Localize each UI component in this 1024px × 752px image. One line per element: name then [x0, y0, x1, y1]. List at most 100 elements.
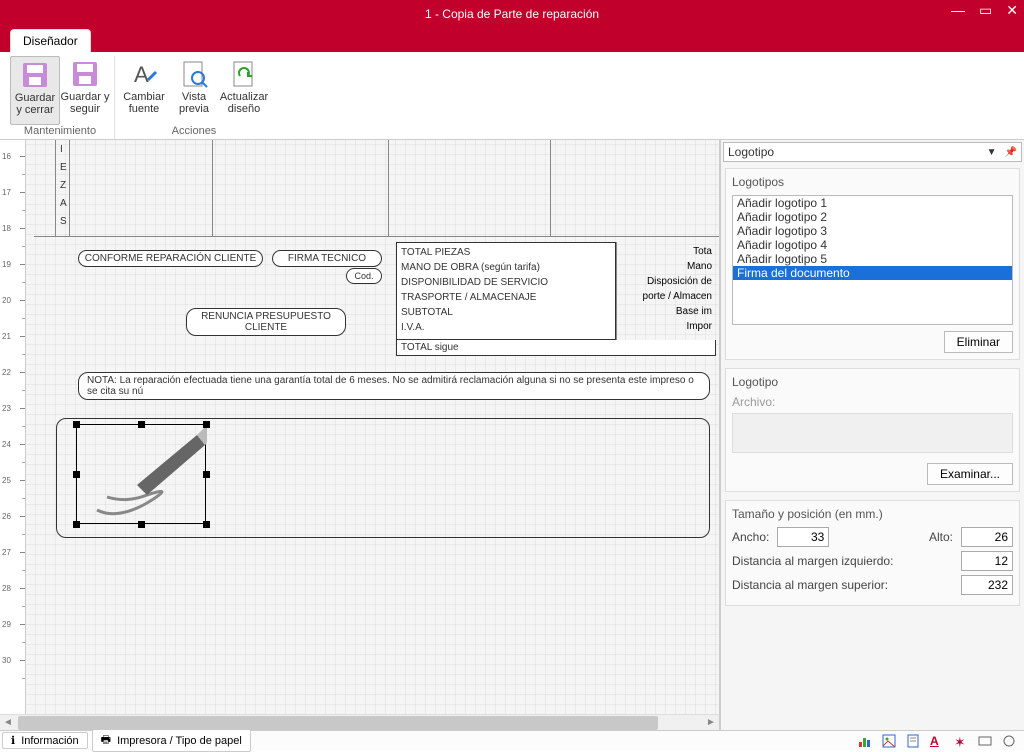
tab-designer[interactable]: Diseñador [10, 29, 91, 52]
close-button[interactable]: ✕ [1006, 2, 1018, 19]
alto-input[interactable] [961, 527, 1013, 547]
image-tool-icon[interactable] [882, 734, 896, 748]
refresh-design-button[interactable]: Actualizar diseño [219, 56, 269, 125]
signature-graphic [77, 425, 207, 525]
vertical-ruler: 161718192021222324252627282930 [0, 140, 26, 714]
printer-icon: 🖶 [101, 731, 111, 750]
scrollbar-thumb[interactable] [18, 716, 658, 730]
right-col-line: Impor [622, 319, 712, 334]
cod-box[interactable]: Cod. [346, 268, 382, 284]
total-line: TRASPORTE / ALMACENAJE [401, 290, 611, 305]
size-position-section: Tamaño y posición (en mm.) Ancho: Alto: … [725, 500, 1020, 606]
change-font-button[interactable]: A Cambiar fuente [119, 56, 169, 125]
total-line: TOTAL PIEZAS [401, 245, 611, 260]
window-title: 1 - Copia de Parte de reparación [0, 7, 1024, 21]
panel-dropdown-icon[interactable]: ▼ [987, 147, 997, 158]
scroll-right-arrow[interactable]: ► [703, 717, 719, 728]
logos-section: Logotipos Añadir logotipo 1Añadir logoti… [725, 168, 1020, 360]
status-bar: ℹ Información 🖶 Impresora / Tipo de pape… [0, 730, 1024, 750]
save-close-button[interactable]: Guardar y cerrar [10, 56, 60, 125]
minimize-button[interactable]: — [951, 2, 965, 19]
save-continue-icon [69, 58, 101, 90]
right-col-line: Base im [622, 304, 712, 319]
total-line: SUBTOTAL [401, 305, 611, 320]
logo-list-item[interactable]: Añadir logotipo 2 [733, 210, 1012, 224]
conforme-box[interactable]: CONFORME REPARACIÓN CLIENTE [78, 250, 263, 267]
ribbon-group-maintenance: Guardar y cerrar Guardar y seguir Manten… [6, 56, 115, 139]
totals-box[interactable]: TOTAL PIEZASMANO DE OBRA (según tarifa)D… [396, 242, 616, 340]
dist-sup-label: Distancia al margen superior: [732, 578, 953, 592]
alto-label: Alto: [929, 530, 953, 544]
renuncia-box[interactable]: RENUNCIA PRESUPUESTOCLIENTE [186, 308, 346, 336]
scroll-left-arrow[interactable]: ◄ [0, 717, 16, 728]
size-title: Tamaño y posición (en mm.) [732, 507, 1013, 521]
right-col-line: Tota [622, 244, 712, 259]
dist-izq-input[interactable] [961, 551, 1013, 571]
maximize-button[interactable]: ▭ [979, 2, 992, 19]
chart-tool-icon[interactable] [858, 734, 872, 748]
right-col-line: porte / Almacen [622, 289, 712, 304]
piezas-letter: I [60, 144, 63, 155]
ancho-label: Ancho: [732, 530, 769, 544]
ancho-input[interactable] [777, 527, 829, 547]
total-sigue-box[interactable]: TOTAL sigue [396, 340, 716, 356]
save-continue-button[interactable]: Guardar y seguir [60, 56, 110, 125]
circle-tool-icon[interactable] [1002, 734, 1016, 748]
total-line: MANO DE OBRA (según tarifa) [401, 260, 611, 275]
logo-list-item[interactable]: Firma del documento [733, 266, 1012, 280]
horizontal-scrollbar[interactable]: ◄ ► [0, 714, 719, 730]
svg-text:A: A [134, 62, 149, 87]
delete-logo-button[interactable]: Eliminar [944, 331, 1013, 353]
logo-list-item[interactable]: Añadir logotipo 5 [733, 252, 1012, 266]
right-col-line: Mano [622, 259, 712, 274]
ribbon-group-label: Acciones [172, 125, 217, 139]
firma-tecnico-box[interactable]: FIRMA TECNICO [272, 250, 382, 267]
refresh-icon [228, 58, 260, 90]
rect-tool-icon[interactable] [978, 734, 992, 748]
cut-tool-icon[interactable]: ✶ [954, 734, 968, 748]
browse-button[interactable]: Examinar... [927, 463, 1013, 485]
font-icon: A [128, 58, 160, 90]
right-col-line: Disposición de [622, 274, 712, 289]
signature-image[interactable] [76, 424, 206, 524]
main-area: 161718192021222324252627282930 ▲ ▼ IEZAS… [0, 140, 1024, 730]
total-line: DISPONIBILIDAD DE SERVICIO [401, 275, 611, 290]
tab-strip: Diseñador [0, 28, 1024, 52]
logo-list-item[interactable]: Añadir logotipo 4 [733, 238, 1012, 252]
ribbon-group-label: Mantenimiento [24, 125, 96, 139]
logo-file-section: Logotipo Archivo: Examinar... [725, 368, 1020, 492]
file-label: Archivo: [732, 395, 775, 409]
logo-list-item[interactable]: Añadir logotipo 1 [733, 196, 1012, 210]
total-line: I.V.A. [401, 320, 611, 335]
design-canvas-wrap: 161718192021222324252627282930 ▲ ▼ IEZAS… [0, 140, 720, 730]
title-bar: 1 - Copia de Parte de reparación — ▭ ✕ [0, 0, 1024, 28]
logo-list[interactable]: Añadir logotipo 1Añadir logotipo 2Añadir… [732, 195, 1013, 325]
dist-sup-input[interactable] [961, 575, 1013, 595]
ribbon-group-actions: A Cambiar fuente Vista previa Actualizar… [115, 56, 273, 139]
piezas-letter: Z [60, 180, 66, 191]
file-preview [732, 413, 1013, 453]
info-tab-button[interactable]: ℹ Información [2, 732, 88, 749]
dist-izq-label: Distancia al margen izquierdo: [732, 554, 953, 568]
document-tool-icon[interactable] [906, 734, 920, 748]
piezas-letter: E [60, 162, 67, 173]
piezas-letter: A [60, 198, 67, 209]
info-icon: ℹ [11, 734, 15, 747]
panel-header[interactable]: Logotipo ▼ 📌 [723, 142, 1022, 162]
logo-file-title: Logotipo [732, 375, 1013, 389]
properties-panel: Logotipo ▼ 📌 Logotipos Añadir logotipo 1… [720, 140, 1024, 730]
ribbon: Guardar y cerrar Guardar y seguir Manten… [0, 52, 1024, 140]
text-tool-icon[interactable]: A [930, 734, 944, 748]
printer-tab-button[interactable]: 🖶 Impresora / Tipo de papel [92, 729, 251, 752]
save-close-icon [19, 59, 51, 91]
logos-section-title: Logotipos [732, 175, 1013, 189]
window-controls: — ▭ ✕ [951, 2, 1018, 19]
preview-icon [178, 58, 210, 90]
nota-box[interactable]: NOTA: La reparación efectuada tiene una … [78, 372, 710, 400]
panel-pin-icon[interactable]: 📌 [1005, 147, 1017, 158]
panel-header-label: Logotipo [728, 145, 987, 159]
right-totals-col: TotaManoDisposición deporte / AlmacenBas… [622, 244, 712, 334]
logo-list-item[interactable]: Añadir logotipo 3 [733, 224, 1012, 238]
design-canvas[interactable]: IEZAS CONFORME REPARACIÓN CLIENTE FIRMA … [26, 140, 719, 714]
preview-button[interactable]: Vista previa [169, 56, 219, 125]
